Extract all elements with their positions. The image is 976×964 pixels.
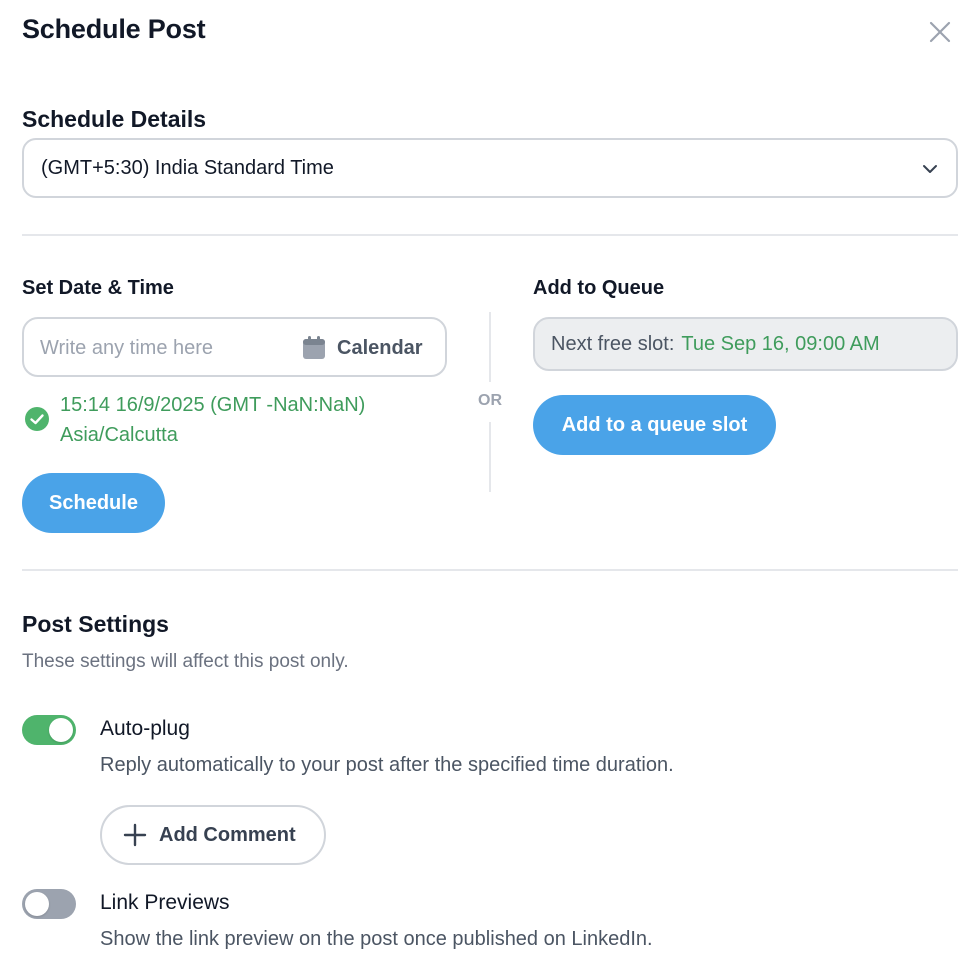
dialog-title: Schedule Post xyxy=(22,14,206,44)
link-previews-title: Link Previews xyxy=(100,891,230,914)
auto-plug-toggle[interactable] xyxy=(22,715,76,745)
time-input-field[interactable]: Calendar xyxy=(22,317,447,377)
toggle-knob xyxy=(25,892,49,916)
next-slot-value: Tue Sep 16, 09:00 AM xyxy=(681,332,880,355)
close-button[interactable] xyxy=(924,16,956,48)
vertical-divider-top xyxy=(489,312,491,382)
add-comment-button[interactable]: Add Comment xyxy=(100,805,326,865)
divider xyxy=(22,569,958,571)
calendar-label: Calendar xyxy=(337,336,423,359)
parsed-timezone-line: Asia/Calcutta xyxy=(60,424,178,446)
toggle-knob xyxy=(49,718,73,742)
schedule-post-dialog: Schedule Post Schedule Details (GMT+5:30… xyxy=(0,0,976,964)
vertical-divider-bottom xyxy=(489,422,491,492)
add-comment-label: Add Comment xyxy=(159,823,296,846)
post-settings-heading: Post Settings xyxy=(22,611,169,637)
divider xyxy=(22,234,958,236)
schedule-details-heading: Schedule Details xyxy=(22,106,207,132)
link-previews-description: Show the link preview on the post once p… xyxy=(100,928,653,950)
parsed-time-line: 15:14 16/9/2025 (GMT -NaN:NaN) xyxy=(60,394,366,416)
calendar-icon xyxy=(303,336,325,359)
auto-plug-title: Auto-plug xyxy=(100,717,190,740)
add-to-queue-slot-button[interactable]: Add to a queue slot xyxy=(533,395,776,455)
parsed-time-status: 15:14 16/9/2025 (GMT -NaN:NaN) Asia/Calc… xyxy=(24,390,365,450)
parsed-time-text: 15:14 16/9/2025 (GMT -NaN:NaN) Asia/Calc… xyxy=(60,390,365,450)
or-separator: OR xyxy=(478,392,502,409)
set-date-time-label: Set Date & Time xyxy=(22,277,174,299)
check-circle-icon xyxy=(25,407,49,431)
calendar-button[interactable]: Calendar xyxy=(301,331,423,365)
chevron-down-icon xyxy=(923,165,937,173)
post-settings-subtitle: These settings will affect this post onl… xyxy=(22,651,349,672)
next-slot-label: Next free slot: xyxy=(551,332,675,355)
timezone-selected-value: (GMT+5:30) India Standard Time xyxy=(41,156,334,179)
add-to-queue-label: Add to Queue xyxy=(533,277,665,299)
close-icon xyxy=(929,21,951,43)
schedule-button[interactable]: Schedule xyxy=(22,473,165,533)
timezone-select[interactable]: (GMT+5:30) India Standard Time xyxy=(22,138,958,198)
next-free-slot-box: Next free slot: Tue Sep 16, 09:00 AM xyxy=(533,317,958,371)
auto-plug-description: Reply automatically to your post after t… xyxy=(100,754,674,776)
plus-icon xyxy=(123,823,147,847)
time-input[interactable] xyxy=(40,333,290,363)
link-previews-toggle[interactable] xyxy=(22,889,76,919)
